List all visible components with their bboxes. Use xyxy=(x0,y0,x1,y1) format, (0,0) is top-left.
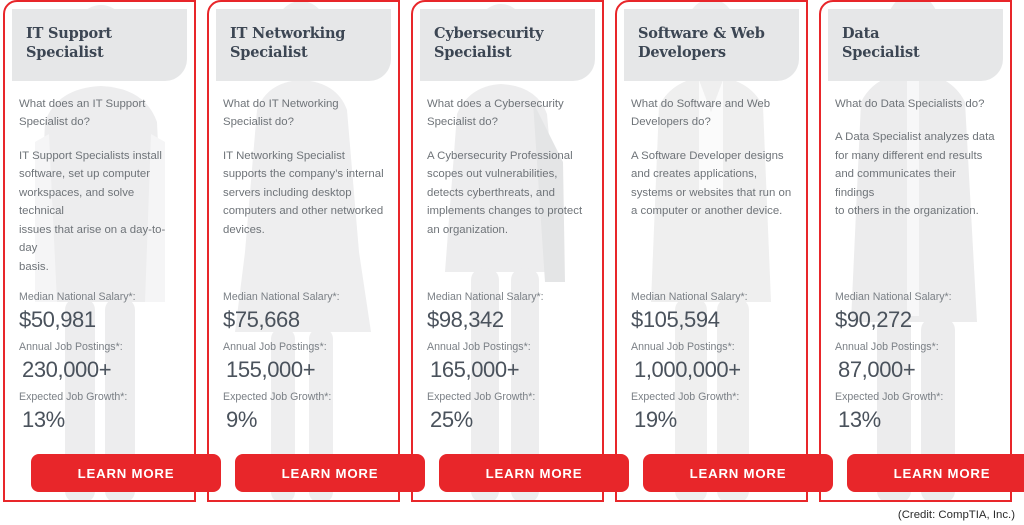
stat-value-growth: 9% xyxy=(226,407,257,433)
card-question: What does an IT Support Specialist do? xyxy=(19,98,146,129)
learn-more-button[interactable]: LEARN MORE xyxy=(643,454,833,492)
stat-median-salary: Median National Salary*: $98,342 xyxy=(427,290,590,333)
career-card-software-web-developers[interactable]: Software & Web Developers What do Softwa… xyxy=(615,0,833,502)
stat-value-growth: 25% xyxy=(430,407,473,433)
career-card-it-networking-specialist[interactable]: IT Networking Specialist What do IT Netw… xyxy=(207,0,425,502)
stat-label-salary: Median National Salary*: xyxy=(223,291,340,304)
card-title: IT Networking Specialist xyxy=(230,25,346,61)
card-stats: Median National Salary*: $50,981 Annual … xyxy=(19,290,182,444)
career-card-it-support-specialist[interactable]: IT Support Specialist What does an IT Su… xyxy=(3,0,221,502)
stat-value-salary: $90,272 xyxy=(835,307,912,333)
stat-value-growth: 19% xyxy=(634,407,677,433)
card-description: A Data Specialist analyzes data for many… xyxy=(835,131,995,218)
learn-more-button[interactable]: LEARN MORE xyxy=(31,454,221,492)
card-description: IT Networking Specialist supports the co… xyxy=(223,149,384,236)
cta-wrap: LEARN MORE xyxy=(835,444,1024,500)
card-header: Software & Web Developers xyxy=(624,9,799,81)
stat-value-postings: 87,000+ xyxy=(838,357,916,383)
card-stats: Median National Salary*: $105,594 Annual… xyxy=(631,290,794,444)
cta-wrap: LEARN MORE xyxy=(19,444,221,500)
stat-label-postings: Annual Job Postings*: xyxy=(223,341,327,354)
stat-label-salary: Median National Salary*: xyxy=(835,291,952,304)
stat-label-postings: Annual Job Postings*: xyxy=(835,341,939,354)
card-header: Cybersecurity Specialist xyxy=(420,9,595,81)
card-question: What do Software and Web Developers do? xyxy=(631,98,771,129)
stat-label-growth: Expected Job Growth*: xyxy=(835,391,944,404)
card-question: What do Data Specialists do? xyxy=(835,98,985,110)
card-inner: Cybersecurity Specialist What does a Cyb… xyxy=(413,2,629,500)
stat-expected-job-growth: Expected Job Growth*: 19% xyxy=(631,390,794,433)
stat-median-salary: Median National Salary*: $105,594 xyxy=(631,290,794,333)
card-title: Cybersecurity Specialist xyxy=(434,25,544,61)
stat-annual-job-postings: Annual Job Postings*: 1,000,000+ xyxy=(631,340,794,383)
stat-expected-job-growth: Expected Job Growth*: 13% xyxy=(19,390,182,433)
card-body: What does an IT Support Specialist do? I… xyxy=(5,81,221,500)
card-stats: Median National Salary*: $75,668 Annual … xyxy=(223,290,386,444)
stat-value-postings: 1,000,000+ xyxy=(634,357,741,383)
card-description: IT Support Specialists install software,… xyxy=(19,149,166,273)
stat-label-salary: Median National Salary*: xyxy=(19,291,136,304)
stat-annual-job-postings: Annual Job Postings*: 230,000+ xyxy=(19,340,182,383)
card-title: Software & Web Developers xyxy=(638,25,765,61)
stat-value-salary: $50,981 xyxy=(19,307,96,333)
cta-wrap: LEARN MORE xyxy=(427,444,629,500)
card-body: What do IT Networking Specialist do? IT … xyxy=(209,81,425,500)
stat-value-postings: 165,000+ xyxy=(430,357,520,383)
image-credit: (Credit: CompTIA, Inc.) xyxy=(897,509,1015,521)
card-body: What do Data Specialists do? A Data Spec… xyxy=(821,81,1024,500)
learn-more-button[interactable]: LEARN MORE xyxy=(235,454,425,492)
stat-expected-job-growth: Expected Job Growth*: 9% xyxy=(223,390,386,433)
card-question: What do IT Networking Specialist do? xyxy=(223,98,339,129)
stat-value-growth: 13% xyxy=(22,407,65,433)
stat-median-salary: Median National Salary*: $90,272 xyxy=(835,290,998,333)
career-cards-row: IT Support Specialist What does an IT Su… xyxy=(0,0,1024,508)
stat-value-postings: 230,000+ xyxy=(22,357,112,383)
card-question: What does a Cybersecurity Specialist do? xyxy=(427,98,564,129)
stat-annual-job-postings: Annual Job Postings*: 165,000+ xyxy=(427,340,590,383)
stat-value-salary: $105,594 xyxy=(631,307,720,333)
card-header: IT Networking Specialist xyxy=(216,9,391,81)
stat-annual-job-postings: Annual Job Postings*: 155,000+ xyxy=(223,340,386,383)
stat-label-postings: Annual Job Postings*: xyxy=(427,341,531,354)
stat-label-growth: Expected Job Growth*: xyxy=(19,391,128,404)
stat-expected-job-growth: Expected Job Growth*: 25% xyxy=(427,390,590,433)
learn-more-button[interactable]: LEARN MORE xyxy=(847,454,1024,492)
career-card-cybersecurity-specialist[interactable]: Cybersecurity Specialist What does a Cyb… xyxy=(411,0,629,502)
card-inner: Data Specialist What do Data Specialists… xyxy=(821,2,1024,500)
card-header: Data Specialist xyxy=(828,9,1003,81)
cta-wrap: LEARN MORE xyxy=(631,444,833,500)
card-stats: Median National Salary*: $90,272 Annual … xyxy=(835,290,998,444)
card-inner: IT Support Specialist What does an IT Su… xyxy=(5,2,221,500)
card-title: IT Support Specialist xyxy=(26,25,112,61)
stat-label-postings: Annual Job Postings*: xyxy=(631,341,735,354)
stat-label-growth: Expected Job Growth*: xyxy=(631,391,740,404)
card-body: What do Software and Web Developers do? … xyxy=(617,81,833,500)
stat-median-salary: Median National Salary*: $75,668 xyxy=(223,290,386,333)
stat-label-growth: Expected Job Growth*: xyxy=(427,391,536,404)
career-card-data-specialist[interactable]: Data Specialist What do Data Specialists… xyxy=(819,0,1024,502)
stat-median-salary: Median National Salary*: $50,981 xyxy=(19,290,182,333)
card-stats: Median National Salary*: $98,342 Annual … xyxy=(427,290,590,444)
stat-value-growth: 13% xyxy=(838,407,881,433)
learn-more-button[interactable]: LEARN MORE xyxy=(439,454,629,492)
stat-label-salary: Median National Salary*: xyxy=(427,291,544,304)
stat-expected-job-growth: Expected Job Growth*: 13% xyxy=(835,390,998,433)
stat-value-salary: $98,342 xyxy=(427,307,504,333)
stat-value-salary: $75,668 xyxy=(223,307,300,333)
stat-value-postings: 155,000+ xyxy=(226,357,316,383)
card-inner: IT Networking Specialist What do IT Netw… xyxy=(209,2,425,500)
cta-wrap: LEARN MORE xyxy=(223,444,425,500)
card-description: A Software Developer designs and creates… xyxy=(631,149,792,218)
card-description: A Cybersecurity Professional scopes out … xyxy=(427,149,583,236)
career-cards-board: IT Support Specialist What does an IT Su… xyxy=(0,0,1024,525)
stat-label-growth: Expected Job Growth*: xyxy=(223,391,332,404)
card-header: IT Support Specialist xyxy=(12,9,187,81)
card-inner: Software & Web Developers What do Softwa… xyxy=(617,2,833,500)
stat-label-salary: Median National Salary*: xyxy=(631,291,748,304)
stat-annual-job-postings: Annual Job Postings*: 87,000+ xyxy=(835,340,998,383)
stat-label-postings: Annual Job Postings*: xyxy=(19,341,123,354)
card-title: Data Specialist xyxy=(842,25,920,61)
card-body: What does a Cybersecurity Specialist do?… xyxy=(413,81,629,500)
